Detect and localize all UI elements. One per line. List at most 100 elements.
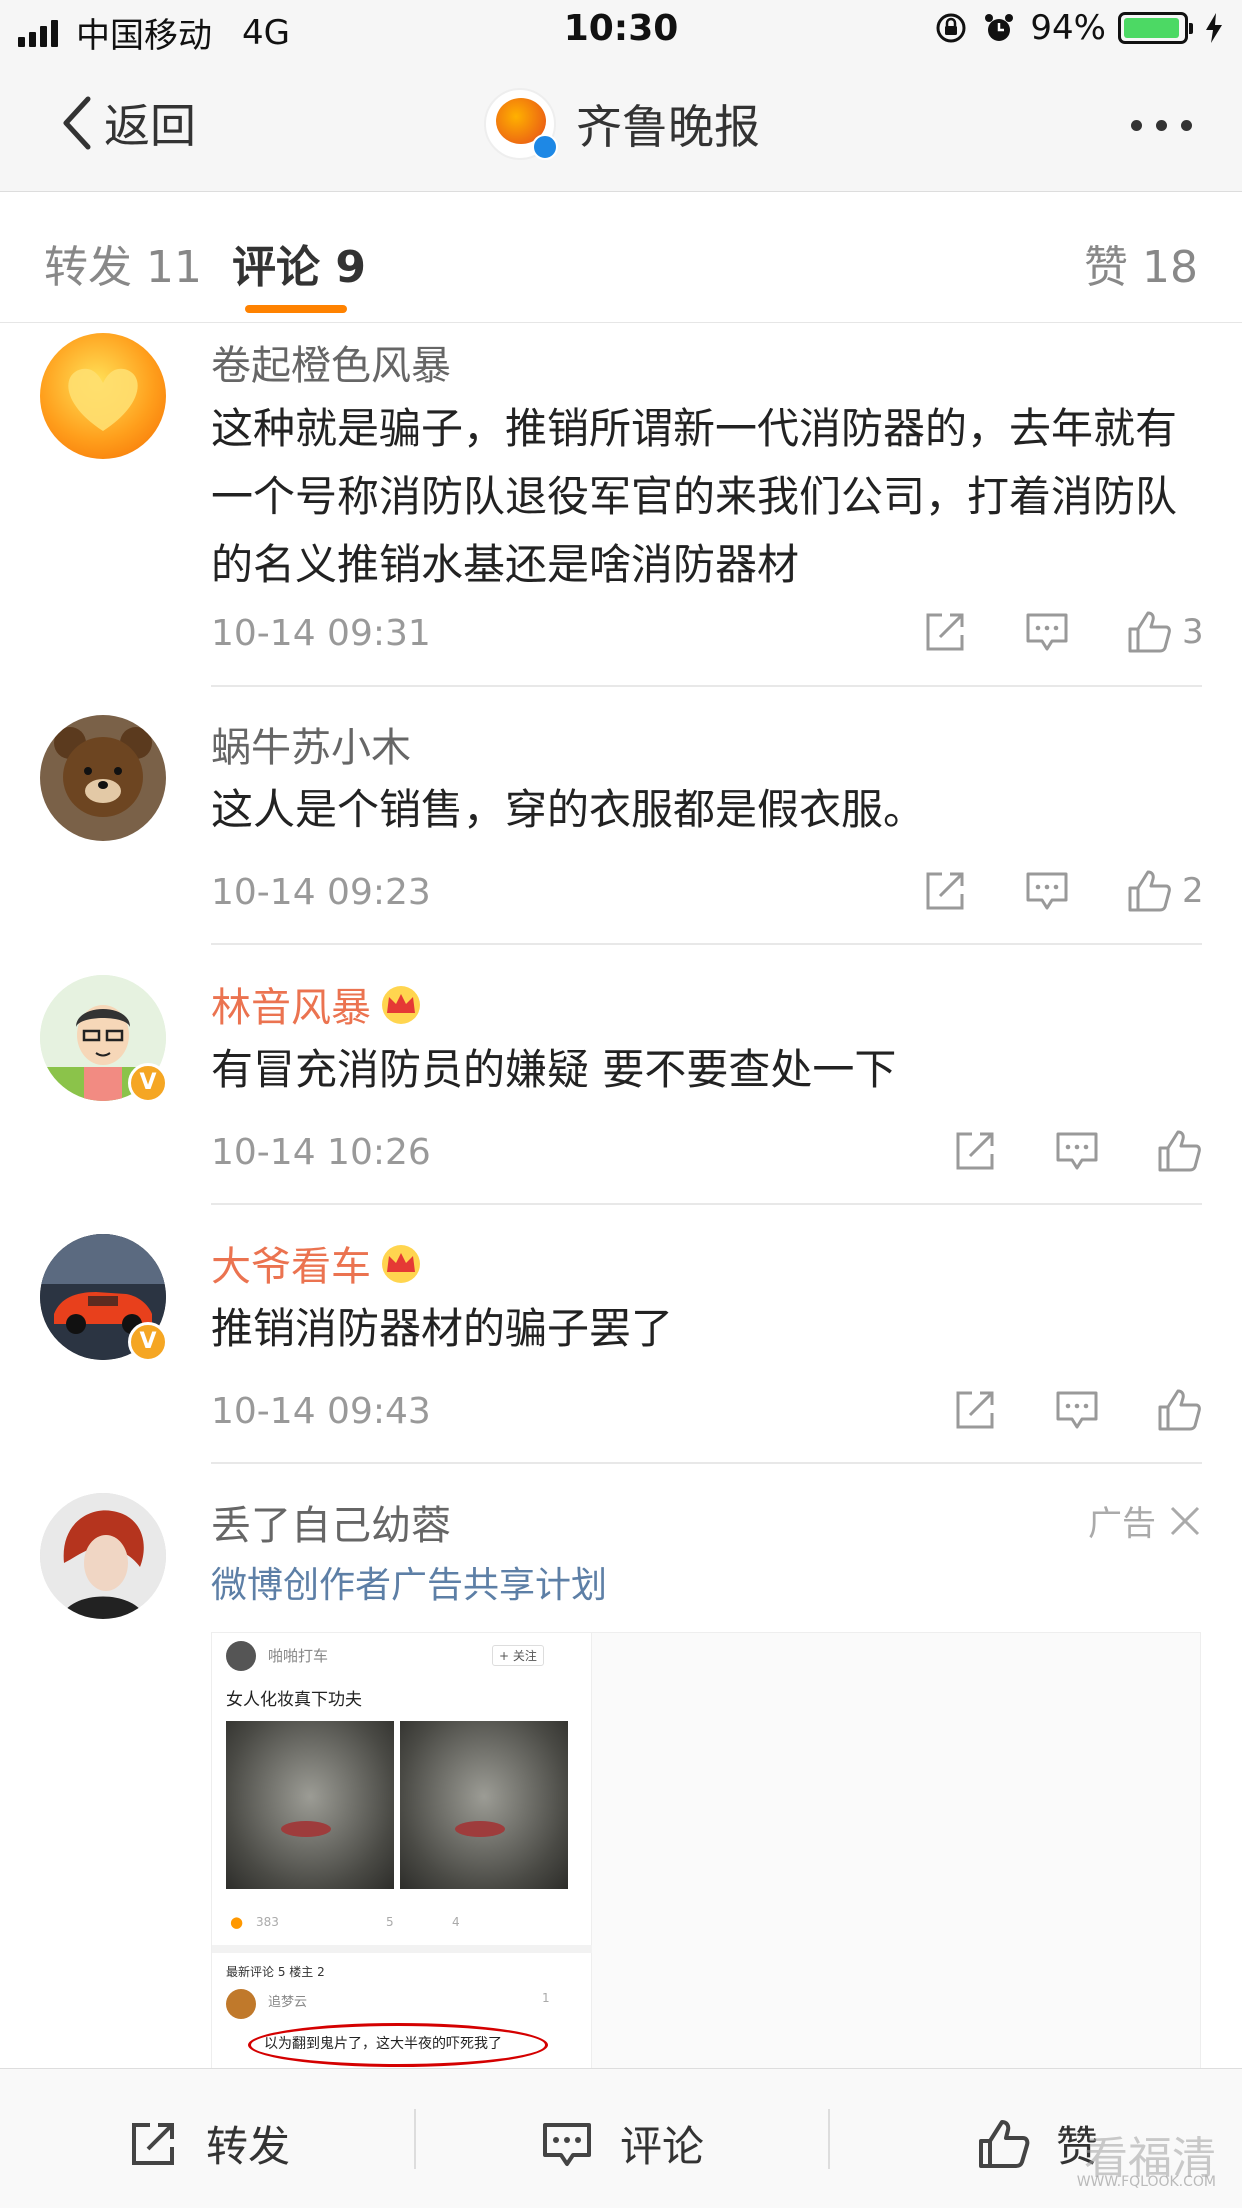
repost-icon[interactable] <box>952 1387 998 1433</box>
back-button[interactable]: 返回 <box>60 90 196 156</box>
divider <box>211 1203 1202 1205</box>
mini-follow-button: + 关注 <box>492 1645 544 1666</box>
mini-commenter: 追梦云 <box>268 1995 308 2010</box>
ad-image[interactable]: 啪啪打车 + 关注 女人化妆真下功夫 ● 383 5 4 最新评论 5 楼主 2… <box>211 1632 1201 2072</box>
ad-author-name[interactable]: 丢了自己幼蓉 <box>211 1493 451 1551</box>
like-icon <box>979 2119 1030 2168</box>
mini-user: 啪啪打车 <box>268 1647 329 1665</box>
heart-icon <box>68 368 138 431</box>
bear-icon <box>54 727 152 817</box>
account-name: 齐鲁晚报 <box>576 100 760 154</box>
comment-time: 10-14 10:26 <box>211 1132 431 1173</box>
like-icon[interactable] <box>1126 868 1172 914</box>
back-label: 返回 <box>104 99 196 153</box>
mini-avatar <box>226 1641 256 1671</box>
commenter-name[interactable]: 林音风暴 <box>211 975 423 1033</box>
like-icon[interactable] <box>1156 1387 1202 1433</box>
comment-label: 评论 <box>620 2122 705 2171</box>
comment-text: 有冒充消防员的嫌疑 要不要查处一下 <box>211 1045 897 1094</box>
active-tab-indicator <box>245 305 347 313</box>
like-button[interactable]: 赞 <box>976 2113 1098 2174</box>
comment-time: 10-14 09:43 <box>211 1391 431 1432</box>
avatar[interactable]: V <box>40 1234 168 1362</box>
like-count: 3 <box>1182 612 1204 652</box>
mini-post-text: 女人化妆真下功夫 <box>226 1690 362 1710</box>
divider <box>211 1462 1202 1464</box>
repost-icon[interactable] <box>952 1128 998 1174</box>
charging-icon <box>1206 13 1222 43</box>
ad-label-text: 广告 <box>1088 1504 1156 1544</box>
comment-button[interactable]: 评论 <box>540 2113 704 2174</box>
status-bar-right: 94% <box>920 8 1224 48</box>
alarm-icon <box>985 14 1014 41</box>
mini-comment-likes: 1 <box>542 1991 550 2005</box>
repost-icon[interactable] <box>922 609 968 655</box>
nav-bar: 返回 齐鲁晚报 <box>0 62 1242 192</box>
comment-text: 推销消防器材的骗子罢了 <box>211 1304 674 1353</box>
bottom-action-bar: 转发 评论 赞 <box>0 2068 1242 2208</box>
verified-badge-icon <box>532 134 558 160</box>
ad-label: 广告 <box>1088 1496 1202 1545</box>
tab-bar: 转发 11 评论 9 赞 18 <box>0 193 1242 323</box>
mini-reaction-icon: ● <box>230 1913 244 1931</box>
verified-badge-icon: V <box>128 1322 168 1362</box>
commenter-name-text: 林音风暴 <box>211 985 371 1031</box>
comment-icon[interactable] <box>1024 868 1070 914</box>
mini-comments: 5 <box>386 1915 394 1929</box>
tab-likes[interactable]: 赞 18 <box>1084 231 1198 295</box>
divider <box>211 685 1202 687</box>
portrait-icon <box>40 1493 166 1619</box>
comment-time: 10-14 09:31 <box>211 613 431 654</box>
nav-title[interactable]: 齐鲁晚报 <box>484 88 760 160</box>
divider <box>828 2109 830 2169</box>
account-logo <box>484 88 558 160</box>
comment-actions: 2 <box>866 868 1204 914</box>
verified-badge-icon: V <box>128 1063 168 1103</box>
commenter-name-text: 大爷看车 <box>211 1244 371 1290</box>
comment-icon[interactable] <box>1024 609 1070 655</box>
mini-avatar <box>226 1989 256 2019</box>
tab-comments[interactable]: 评论 9 <box>232 231 366 295</box>
mini-shares: 4 <box>452 1915 460 1929</box>
avatar[interactable] <box>40 715 166 841</box>
red-highlight-circle <box>248 2023 548 2067</box>
comment-actions <box>896 1128 1202 1174</box>
comment-icon[interactable] <box>1054 1387 1100 1433</box>
divider <box>211 943 1202 945</box>
battery-icon <box>1118 12 1193 44</box>
repost-label: 转发 <box>206 2122 291 2171</box>
repost-icon[interactable] <box>922 868 968 914</box>
comment-icon <box>543 2122 591 2166</box>
tab-reposts[interactable]: 转发 11 <box>44 231 202 295</box>
crown-icon <box>382 986 420 1024</box>
mini-photo <box>226 1721 394 1889</box>
commenter-name[interactable]: 大爷看车 <box>211 1234 423 1292</box>
repost-button[interactable]: 转发 <box>126 2113 290 2174</box>
more-options-icon[interactable] <box>1117 120 1192 131</box>
commenter-name[interactable]: 卷起橙色风暴 <box>211 333 451 391</box>
divider <box>414 2109 416 2169</box>
avatar[interactable] <box>40 333 166 459</box>
comment-time: 10-14 09:23 <box>211 872 431 913</box>
like-icon[interactable] <box>1156 1128 1202 1174</box>
ad-subtitle[interactable]: 微博创作者广告共享计划 <box>211 1556 607 1608</box>
repost-icon <box>132 2122 174 2165</box>
like-icon[interactable] <box>1126 609 1172 655</box>
avatar[interactable] <box>40 1493 166 1619</box>
mini-reactions: 383 <box>256 1915 279 1929</box>
mini-photo <box>400 1721 568 1889</box>
chevron-left-icon <box>63 96 91 150</box>
watermark-url: WWW.FQLOOK.COM <box>1076 2174 1216 2190</box>
status-bar: 中国移动 4G 10:30 94% <box>0 0 1242 62</box>
like-count: 2 <box>1182 871 1204 911</box>
avatar[interactable]: V <box>40 975 168 1103</box>
comment-icon[interactable] <box>1054 1128 1100 1174</box>
ad-post-card: 啪啪打车 + 关注 女人化妆真下功夫 ● 383 5 4 最新评论 5 楼主 2… <box>212 1633 592 2071</box>
commenter-name[interactable]: 蜗牛苏小木 <box>211 715 411 773</box>
close-icon[interactable] <box>1168 1504 1202 1538</box>
comment-actions: 3 <box>866 609 1204 655</box>
rotation-lock-icon <box>936 13 966 43</box>
comment-text: 这种就是骗子，推销所谓新一代消防器的，去年就有一个号称消防队退役军官的来我们公司… <box>211 404 1178 589</box>
comment-text: 这人是个销售，穿的衣服都是假衣服。 <box>211 785 926 834</box>
comment-actions <box>896 1387 1202 1433</box>
